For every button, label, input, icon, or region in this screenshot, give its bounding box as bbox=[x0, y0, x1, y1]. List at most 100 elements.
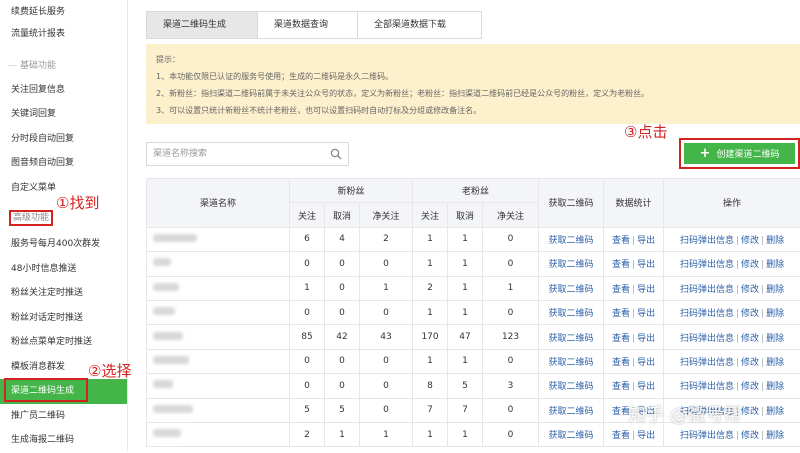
blurred-channel-name bbox=[153, 307, 175, 315]
search-input[interactable]: 渠道名称搜索 bbox=[146, 142, 349, 166]
edit-link[interactable]: 修改 bbox=[741, 260, 759, 270]
view-link[interactable]: 查看 bbox=[612, 285, 630, 295]
view-link[interactable]: 查看 bbox=[612, 382, 630, 392]
export-link[interactable]: 导出 bbox=[637, 358, 655, 368]
tab-channel-data[interactable]: 渠道数据查询 bbox=[258, 11, 358, 39]
export-link[interactable]: 导出 bbox=[637, 285, 655, 295]
create-channel-qrcode-button[interactable]: + 创建渠道二维码 bbox=[684, 143, 795, 164]
tab-download-all[interactable]: 全部渠道数据下载 bbox=[358, 11, 482, 39]
delete-link[interactable]: 删除 bbox=[766, 382, 784, 392]
get-qrcode-link[interactable]: 获取二维码 bbox=[549, 407, 594, 417]
count-cell: 0 bbox=[325, 349, 360, 373]
popup-info-link[interactable]: 扫码弹出信息 bbox=[680, 382, 734, 392]
separator: | bbox=[632, 358, 635, 368]
get-qrcode-cell: 获取二维码 bbox=[539, 398, 604, 422]
sidebar-item-menu-push[interactable]: 粉丝点菜单定时推送 bbox=[0, 330, 127, 355]
export-link[interactable]: 导出 bbox=[637, 382, 655, 392]
get-qrcode-cell: 获取二维码 bbox=[539, 252, 604, 276]
edit-link[interactable]: 修改 bbox=[741, 407, 759, 417]
sidebar-item-48h-push[interactable]: 48小时信息推送 bbox=[0, 257, 127, 282]
sub-header-cancel: 取消 bbox=[448, 203, 483, 227]
count-cell: 1 bbox=[360, 276, 413, 300]
view-link[interactable]: 查看 bbox=[612, 236, 630, 246]
popup-info-link[interactable]: 扫码弹出信息 bbox=[680, 431, 734, 441]
sidebar-item-follow-reply[interactable]: 关注回复信息 bbox=[0, 78, 127, 103]
col-header-ops: 操作 bbox=[664, 179, 800, 228]
channel-name-cell bbox=[147, 325, 290, 349]
sidebar-item-media-reply[interactable]: 图音频自动回复 bbox=[0, 151, 127, 176]
edit-link[interactable]: 修改 bbox=[741, 285, 759, 295]
view-link[interactable]: 查看 bbox=[612, 431, 630, 441]
popup-info-link[interactable]: 扫码弹出信息 bbox=[680, 358, 734, 368]
export-link[interactable]: 导出 bbox=[637, 431, 655, 441]
view-link[interactable]: 查看 bbox=[612, 260, 630, 270]
delete-link[interactable]: 删除 bbox=[766, 358, 784, 368]
export-link[interactable]: 导出 bbox=[637, 236, 655, 246]
stats-cell: 查看|导出 bbox=[604, 374, 664, 398]
edit-link[interactable]: 修改 bbox=[741, 382, 759, 392]
delete-link[interactable]: 删除 bbox=[766, 334, 784, 344]
channel-name-cell bbox=[147, 422, 290, 446]
sidebar-item-follow-push[interactable]: 粉丝关注定时推送 bbox=[0, 281, 127, 306]
delete-link[interactable]: 删除 bbox=[766, 309, 784, 319]
view-link[interactable]: 查看 bbox=[612, 309, 630, 319]
export-link[interactable]: 导出 bbox=[637, 309, 655, 319]
export-link[interactable]: 导出 bbox=[637, 260, 655, 270]
delete-link[interactable]: 删除 bbox=[766, 431, 784, 441]
count-cell: 43 bbox=[360, 325, 413, 349]
sidebar-item-promoter-qrcode[interactable]: 推广员二维码 bbox=[0, 404, 127, 429]
count-cell: 1 bbox=[448, 422, 483, 446]
delete-link[interactable]: 删除 bbox=[766, 260, 784, 270]
popup-info-link[interactable]: 扫码弹出信息 bbox=[680, 285, 734, 295]
separator: | bbox=[632, 334, 635, 344]
export-link[interactable]: 导出 bbox=[637, 334, 655, 344]
delete-link[interactable]: 删除 bbox=[766, 236, 784, 246]
popup-info-link[interactable]: 扫码弹出信息 bbox=[680, 260, 734, 270]
popup-info-link[interactable]: 扫码弹出信息 bbox=[680, 334, 734, 344]
edit-link[interactable]: 修改 bbox=[741, 334, 759, 344]
count-cell: 1 bbox=[413, 227, 448, 251]
count-cell: 170 bbox=[413, 325, 448, 349]
count-cell: 0 bbox=[483, 252, 539, 276]
channel-name-cell bbox=[147, 300, 290, 324]
view-link[interactable]: 查看 bbox=[612, 334, 630, 344]
count-cell: 0 bbox=[290, 300, 325, 324]
separator: | bbox=[761, 334, 764, 344]
edit-link[interactable]: 修改 bbox=[741, 309, 759, 319]
sidebar-item-renewal[interactable]: 续费延长服务 bbox=[0, 0, 127, 25]
edit-link[interactable]: 修改 bbox=[741, 236, 759, 246]
get-qrcode-link[interactable]: 获取二维码 bbox=[549, 431, 594, 441]
separator: | bbox=[761, 382, 764, 392]
count-cell: 0 bbox=[325, 300, 360, 324]
get-qrcode-link[interactable]: 获取二维码 bbox=[549, 382, 594, 392]
get-qrcode-link[interactable]: 获取二维码 bbox=[549, 334, 594, 344]
popup-info-link[interactable]: 扫码弹出信息 bbox=[680, 236, 734, 246]
sidebar-item-poster-qrcode[interactable]: 生成海报二维码 bbox=[0, 428, 127, 453]
count-cell: 0 bbox=[483, 349, 539, 373]
get-qrcode-link[interactable]: 获取二维码 bbox=[549, 236, 594, 246]
get-qrcode-link[interactable]: 获取二维码 bbox=[549, 358, 594, 368]
sidebar-item-mass-send[interactable]: 服务号每月400次群发 bbox=[0, 232, 127, 257]
delete-link[interactable]: 删除 bbox=[766, 407, 784, 417]
sidebar-item-keyword-reply[interactable]: 关键词回复 bbox=[0, 102, 127, 127]
count-cell: 7 bbox=[448, 398, 483, 422]
popup-info-link[interactable]: 扫码弹出信息 bbox=[680, 309, 734, 319]
get-qrcode-link[interactable]: 获取二维码 bbox=[549, 260, 594, 270]
view-link[interactable]: 查看 bbox=[612, 358, 630, 368]
get-qrcode-link[interactable]: 获取二维码 bbox=[549, 309, 594, 319]
get-qrcode-link[interactable]: 获取二维码 bbox=[549, 285, 594, 295]
count-cell: 0 bbox=[360, 300, 413, 324]
search-icon[interactable] bbox=[330, 148, 342, 160]
channel-name-cell bbox=[147, 374, 290, 398]
get-qrcode-cell: 获取二维码 bbox=[539, 227, 604, 251]
sidebar-item-dialog-push[interactable]: 粉丝对话定时推送 bbox=[0, 306, 127, 331]
delete-link[interactable]: 删除 bbox=[766, 285, 784, 295]
get-qrcode-cell: 获取二维码 bbox=[539, 276, 604, 300]
count-cell: 0 bbox=[325, 374, 360, 398]
sidebar-item-timed-reply[interactable]: 分时段自动回复 bbox=[0, 127, 127, 152]
tab-channel-qrcode[interactable]: 渠道二维码生成 bbox=[146, 11, 258, 39]
sidebar-item-traffic-report[interactable]: 流量统计报表 bbox=[0, 22, 127, 47]
edit-link[interactable]: 修改 bbox=[741, 358, 759, 368]
table-row: 642110获取二维码查看|导出扫码弹出信息|修改|删除 bbox=[147, 227, 800, 251]
edit-link[interactable]: 修改 bbox=[741, 431, 759, 441]
